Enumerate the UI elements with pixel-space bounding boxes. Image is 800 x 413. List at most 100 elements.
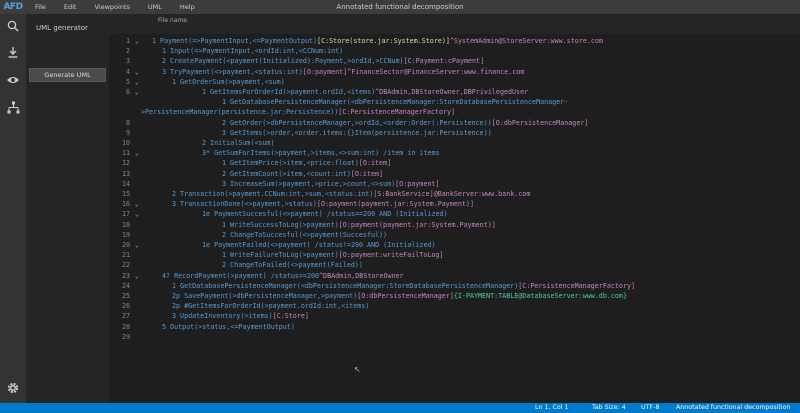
menu-help[interactable]: Help (171, 3, 204, 11)
fold-chevron-icon[interactable]: ⌄ (135, 200, 139, 209)
code-editor[interactable]: 1 ⌄ 1 Payment(=>PaymentInput,<=PaymentOutp… (109, 36, 800, 403)
search-icon[interactable] (5, 18, 21, 34)
eye-icon[interactable] (5, 72, 21, 88)
code-line[interactable]: 6 ⌄ 1 GetItemsForOrderId(>payment.ordId,<i… (109, 88, 800, 97)
code-line[interactable]: 9 3 GetItems(>order,<order.items:{}Item(p… (109, 129, 800, 138)
line-number: 22 (121, 261, 130, 270)
menu-viewpoints[interactable]: Viewpoints (85, 3, 138, 11)
encoding[interactable]: UTF-8 (641, 404, 659, 411)
code-line[interactable]: 17 ⌄ 1e PaymentSuccesful(<>payment) /statu… (109, 210, 800, 219)
fold-chevron-icon[interactable]: ⌄ (135, 37, 139, 46)
code-line[interactable]: 5 ⌄ 1 GetOrderSum(>payment,<sum) (109, 78, 800, 87)
code-line[interactable]: >PersistenceManager(persistence.jar:Pers… (109, 108, 800, 117)
cursor-position[interactable]: Ln 1, Col 1 (535, 404, 569, 411)
code-token: 2 Transaction(>payment.CCNum:int,>sum,<s… (172, 190, 374, 198)
menu-edit[interactable]: Edit (55, 3, 86, 11)
line-number: 8 (125, 118, 130, 127)
code-text: 1e PaymentSuccesful(<>payment) /status==… (202, 210, 448, 219)
line-number: 17 (121, 210, 130, 219)
code-token: 3 UpdateInventory(>items) (172, 312, 273, 321)
fold-chevron-icon[interactable]: ⌄ (135, 88, 139, 97)
language-mode[interactable]: Annotated functional decomposition (676, 404, 790, 411)
code-line[interactable]: 23 ⌄ 4? RecordPayment(>payment) /status==2… (109, 272, 800, 281)
code-token: 2 ChangeToSuccesful(<>payment(Succesful)… (222, 230, 388, 239)
fold-chevron-icon[interactable]: ⌄ (135, 78, 139, 87)
line-number: 26 (121, 302, 130, 311)
code-line[interactable]: 25 2p SavePayment(>dbPersistenceManager,>… (109, 292, 800, 301)
code-token: [O:payment] (302, 67, 348, 76)
code-line[interactable]: 16 ⌄ 3 TransactionDone(<>payment,>status)[… (109, 200, 800, 209)
code-text: 1 Payment(=>PaymentInput,<=PaymentOutput… (152, 37, 603, 46)
line-number: 28 (121, 322, 130, 331)
hierarchy-icon[interactable] (5, 99, 21, 115)
download-icon[interactable] (5, 44, 21, 60)
code-line[interactable]: 3 2 CreatePayment(<payment(Initialized):P… (109, 57, 800, 66)
code-token: 2p #GetItemsForOrderId(>payment.ordId:in… (172, 302, 370, 311)
code-token: 3 GetItems(>order,<order.items:{}Item(pe… (222, 128, 492, 137)
code-text: 1 GetItemPrice(>item,<price:float)[O:ite… (222, 159, 391, 168)
line-number: 11 (121, 149, 130, 158)
code-line[interactable]: 14 3 IncreaseSum(>payment,>price,>count,<… (109, 180, 800, 189)
code-line[interactable]: 12 1 GetItemPrice(>item,<price:float)[O:i… (109, 159, 800, 168)
code-token: [O:item] (350, 169, 384, 178)
code-token: 1 GetOrderSum(>payment,<sum) (172, 77, 285, 86)
code-text: 5 Output(>status,<=PaymentOutput) (162, 323, 295, 332)
fold-chevron-icon[interactable]: ⌄ (135, 68, 139, 77)
code-text: 3* GetSumForItems(>payment,>items,<>sum:… (202, 149, 440, 158)
menu-file[interactable]: File (26, 3, 55, 11)
code-line[interactable]: 27 3 UpdateInventory(>items)[C:Store] (109, 312, 800, 321)
line-number: 15 (121, 190, 130, 198)
code-token: [O:payment(payment.jar:System.Payment)] (338, 220, 496, 229)
code-line[interactable]: 18 1 WriteSuccessToLog(>payment)[O:paymen… (109, 221, 800, 230)
file-name-label: File name (158, 17, 187, 24)
code-line[interactable]: 19 2 ChangeToSuccesful(<>payment(Succesfu… (109, 231, 800, 240)
fold-chevron-icon[interactable]: ⌄ (135, 272, 139, 281)
code-token: 2 InitialSum(<sum) (202, 139, 275, 147)
fold-chevron-icon[interactable]: ⌄ (135, 149, 139, 158)
code-text: 1 GetDatabasePersistenceManager(<dbPersi… (172, 282, 635, 291)
code-token: [C:Store] (272, 312, 309, 321)
code-text: 4? RecordPayment(>payment) /status==200^… (162, 272, 404, 281)
code-line[interactable]: 24 1 GetDatabasePersistenceManager(<dbPer… (109, 282, 800, 291)
code-text: 1 GetItemsForOrderId(>payment.ordId,<ite… (202, 88, 528, 97)
code-line[interactable]: 29 (109, 333, 800, 342)
line-number: 27 (121, 312, 130, 321)
code-line[interactable]: 15 2 Transaction(>payment.CCNum:int,>sum,… (109, 190, 800, 199)
tab-size[interactable]: Tab Size: 4 (592, 404, 626, 411)
fold-chevron-icon[interactable]: ⌄ (135, 241, 139, 250)
code-line[interactable]: 26 2p #GetItemsForOrderId(>payment.ordId:… (109, 302, 800, 311)
gear-icon[interactable] (5, 380, 21, 396)
line-number: 19 (121, 230, 130, 239)
code-line[interactable]: 8 2 GetOrder(>dbPersistenceManager,>ordId… (109, 119, 800, 128)
line-number: 5 (125, 77, 130, 86)
code-line[interactable]: 10 2 InitialSum(<sum) (109, 139, 800, 148)
code-line[interactable]: 1 ⌄ 1 Payment(=>PaymentInput,<=PaymentOutp… (109, 37, 800, 46)
code-line[interactable]: 20 ⌄ 1e PaymentFailed(<>payment) /status!=… (109, 241, 800, 250)
code-text: 3 UpdateInventory(>items)[C:Store] (172, 312, 309, 321)
code-token: [O:dbPersistenceManager] (491, 118, 589, 127)
code-token: 2p SavePayment(>dbPersistenceManager,>pa… (172, 292, 358, 300)
code-line[interactable]: 21 1 WriteFailureToLog(>payment)[O:paymen… (109, 251, 800, 260)
code-line[interactable]: 11 ⌄ 3* GetSumForItems(>payment,>items,<>s… (109, 149, 800, 158)
code-token: [C:Store(store.jar:System.Store)] (317, 37, 450, 45)
code-text: 3 GetItems(>order,<order.items:{}Item(pe… (222, 129, 492, 138)
code-token: 2 GetItemCount(>item,<count:int) (222, 169, 351, 178)
menu-uml[interactable]: UML (139, 3, 171, 11)
code-token: 3* GetSumForItems(>payment,>items,<>sum:… (202, 149, 440, 158)
line-number: 18 (121, 220, 130, 229)
code-token: 2 ChangeToFailed(<>payment(Failed)) (222, 261, 363, 270)
code-line[interactable]: 2 1 Input(=>PaymentInput,<ordId:int,<CCNu… (109, 47, 800, 56)
code-line[interactable]: 28 5 Output(>status,<=PaymentOutput) (109, 323, 800, 332)
code-text: 2 GetItemCount(>item,<count:int)[O:item] (222, 170, 383, 179)
code-line[interactable]: 4 ⌄ 3 TryPayment(<>payment,<status:int)[O:… (109, 68, 800, 77)
code-line[interactable]: 22 2 ChangeToFailed(<>payment(Failed)) (109, 261, 800, 270)
app-logo: AFD (3, 2, 23, 12)
line-number: 13 (121, 169, 130, 178)
code-line[interactable]: 13 2 GetItemCount(>item,<count:int)[O:ite… (109, 170, 800, 179)
code-token: [S:BankService] (373, 190, 434, 198)
code-line[interactable]: 1 GetDatabasePersistenceManager(<dbPersi… (109, 98, 800, 107)
generate-uml-button[interactable]: Generate UML (29, 68, 106, 82)
code-token: [O:dbPersistenceManager] (357, 292, 454, 300)
fold-chevron-icon[interactable]: ⌄ (135, 210, 139, 219)
line-number: 25 (121, 292, 130, 300)
